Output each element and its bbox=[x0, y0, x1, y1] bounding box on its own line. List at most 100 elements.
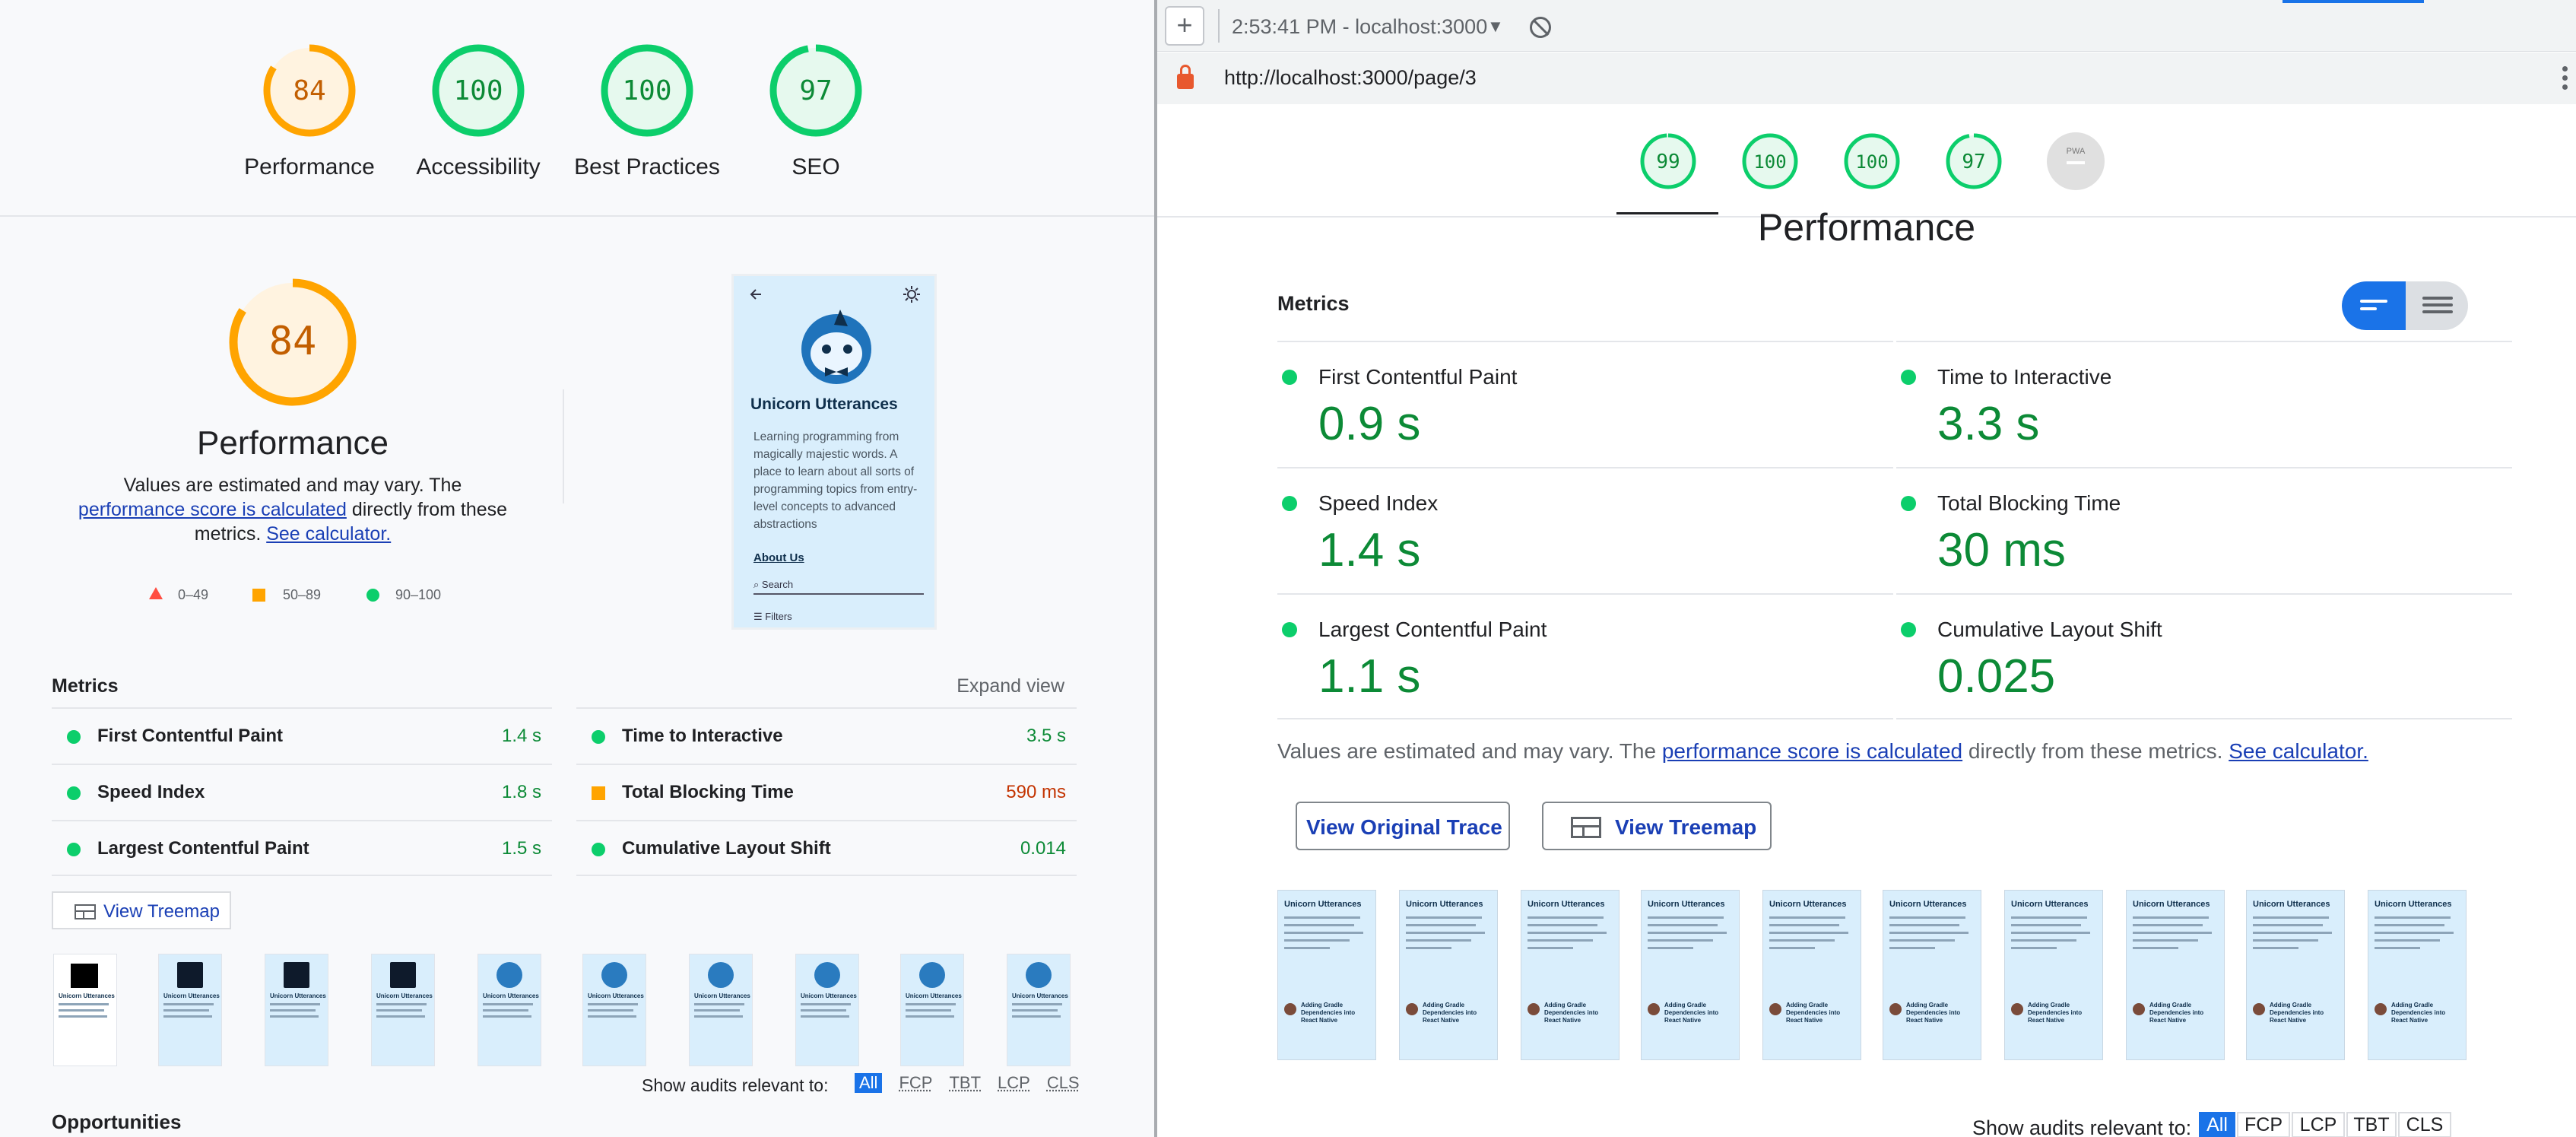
performance-description: Values are estimated and may vary. The p… bbox=[78, 475, 508, 545]
pass-indicator-icon bbox=[67, 730, 81, 744]
chip-lcp[interactable]: LCP bbox=[998, 1073, 1030, 1093]
audit-filter-chips: All FCP TBT LCP CLS bbox=[855, 1073, 1096, 1094]
svg-text:97: 97 bbox=[1962, 151, 1985, 173]
chip-fcp[interactable]: FCP bbox=[2237, 1112, 2290, 1137]
gauge-ring: 100 bbox=[432, 44, 525, 137]
summary-view-icon[interactable] bbox=[2342, 281, 2406, 330]
filmstrip-frame: Unicorn Utterances bbox=[158, 954, 222, 1066]
score-calculated-link[interactable]: performance score is calculated bbox=[78, 499, 347, 520]
view-treemap-button[interactable]: View Treemap bbox=[52, 891, 231, 929]
metric-speed-index: Speed Index 1.4 s bbox=[1277, 467, 1893, 593]
gauge-seo[interactable]: 97 SEO bbox=[721, 42, 911, 180]
gauge-label: SEO bbox=[792, 154, 840, 179]
about-us-link: About Us bbox=[753, 551, 804, 564]
expand-view-toggle[interactable]: Expand view bbox=[956, 675, 1064, 697]
active-tab-indicator bbox=[2283, 0, 2424, 3]
score-calculated-link[interactable]: performance score is calculated bbox=[1662, 739, 1962, 763]
filmstrip-frame: Unicorn Utterances Adding Gradle Dependen… bbox=[1641, 890, 1740, 1060]
metrics-view-toggle[interactable] bbox=[2342, 281, 2468, 330]
pass-indicator-icon bbox=[1901, 622, 1916, 637]
average-square-icon bbox=[252, 589, 265, 602]
legend-pass: 90–100 bbox=[395, 587, 442, 602]
chip-tbt[interactable]: TBT bbox=[2346, 1112, 2397, 1137]
gauge-performance[interactable]: 99 bbox=[1638, 131, 1699, 195]
chevron-down-icon[interactable]: ▼ bbox=[1487, 17, 1504, 37]
filmstrip-frame: Unicorn Utterances bbox=[477, 954, 541, 1066]
filmstrip-frame: Unicorn Utterances Adding Gradle Dependen… bbox=[2368, 890, 2467, 1060]
gauge-best-practices[interactable]: 100 Best Practices bbox=[552, 42, 742, 180]
see-calculator-link[interactable]: See calculator. bbox=[266, 523, 391, 545]
filmstrip-frame: Unicorn Utterances bbox=[582, 954, 646, 1066]
performance-summary: 84 Performance Values are estimated and … bbox=[68, 274, 517, 546]
filmstrip-frame: Unicorn Utterances Adding Gradle Dependen… bbox=[1883, 890, 1981, 1060]
gauge-accessibility[interactable]: 100 bbox=[1740, 131, 1800, 195]
pass-indicator-icon bbox=[1282, 496, 1297, 511]
report-url[interactable]: http://localhost:3000/page/3 bbox=[1224, 66, 1477, 90]
svg-text:100: 100 bbox=[1753, 151, 1786, 173]
filmstrip: Unicorn Utterances Unicorn Utterances Un… bbox=[53, 954, 1087, 1068]
view-original-trace-button[interactable]: View Original Trace bbox=[1296, 802, 1510, 850]
pass-indicator-icon bbox=[1282, 370, 1297, 385]
category-gauges: 99 100 100 97 PWA bbox=[1157, 105, 2576, 218]
treemap-icon bbox=[75, 904, 96, 919]
pass-indicator-icon bbox=[592, 843, 605, 856]
gauge-ring: 100 bbox=[1844, 133, 1900, 189]
chip-all[interactable]: All bbox=[855, 1073, 883, 1093]
gauge-ring: 100 bbox=[1742, 133, 1798, 189]
divider bbox=[563, 389, 564, 503]
filmstrip-frame: Unicorn Utterances Adding Gradle Dependen… bbox=[2246, 890, 2345, 1060]
gauge-seo[interactable]: 97 bbox=[1943, 131, 2004, 195]
site-title: Unicorn Utterances bbox=[750, 395, 898, 413]
left-lighthouse-report: 84 Performance 100 Accessibility 100 Bes… bbox=[0, 0, 1154, 1137]
theme-sun-icon bbox=[903, 286, 920, 303]
report-toolbar: + 2:53:41 PM - localhost:3000 ▼ bbox=[1157, 0, 2576, 52]
filmstrip-frame: Unicorn Utterances bbox=[900, 954, 964, 1066]
view-treemap-button[interactable]: View Treemap bbox=[1542, 802, 1772, 850]
legend-fail: 0–49 bbox=[178, 587, 209, 602]
gauge-label: Best Practices bbox=[574, 154, 720, 179]
clear-block-icon[interactable] bbox=[1530, 17, 1551, 38]
filters-row: ☰ Filters bbox=[753, 611, 792, 622]
chip-fcp[interactable]: FCP bbox=[899, 1073, 932, 1093]
pass-indicator-icon bbox=[592, 730, 605, 744]
svg-text:100: 100 bbox=[453, 75, 503, 106]
pass-indicator-icon bbox=[1901, 496, 1916, 511]
show-audits-label: Show audits relevant to: bbox=[642, 1075, 829, 1095]
metric-speed-index: Speed Index 1.8 s bbox=[52, 764, 552, 820]
gauge-label: Performance bbox=[244, 154, 375, 179]
gauge-best-practices[interactable]: 100 bbox=[1842, 131, 1902, 195]
metric-tbt: Total Blocking Time 30 ms bbox=[1896, 467, 2512, 593]
pwa-badge-icon: PWA bbox=[2047, 132, 2105, 190]
back-arrow-icon bbox=[750, 289, 761, 300]
svg-text:84: 84 bbox=[293, 75, 325, 106]
url-bar: http://localhost:3000/page/3 bbox=[1157, 52, 2576, 104]
filmstrip-frame: Unicorn Utterances Adding Gradle Dependen… bbox=[1277, 890, 1376, 1060]
metrics-description: Values are estimated and may vary. The p… bbox=[1277, 739, 2368, 763]
gauge-pwa[interactable]: PWA bbox=[2045, 131, 2106, 195]
gauge-performance[interactable]: 84 Performance bbox=[214, 42, 404, 180]
metrics-heading: Metrics bbox=[1277, 292, 1350, 315]
final-screenshot: Unicorn Utterances Learning programming … bbox=[731, 274, 937, 630]
metric-fcp: First Contentful Paint 0.9 s bbox=[1277, 341, 1893, 467]
chip-all[interactable]: All bbox=[2199, 1112, 2235, 1137]
gauge-ring: 97 bbox=[769, 44, 862, 137]
new-report-button[interactable]: + bbox=[1165, 6, 1204, 46]
chip-tbt[interactable]: TBT bbox=[949, 1073, 981, 1093]
svg-text:84: 84 bbox=[269, 319, 317, 364]
gauge-accessibility[interactable]: 100 Accessibility bbox=[383, 42, 573, 180]
filmstrip-frame: Unicorn Utterances Adding Gradle Dependen… bbox=[1399, 890, 1498, 1060]
pass-indicator-icon bbox=[67, 843, 81, 856]
svg-text:99: 99 bbox=[1656, 151, 1680, 173]
gauge-label: Accessibility bbox=[416, 154, 541, 179]
pass-indicator-icon bbox=[67, 786, 81, 800]
chip-cls[interactable]: CLS bbox=[2398, 1112, 2451, 1137]
report-selector[interactable]: 2:53:41 PM - localhost:3000 bbox=[1232, 15, 1487, 39]
filmstrip-frame: Unicorn Utterances bbox=[53, 954, 117, 1066]
chip-lcp[interactable]: LCP bbox=[2292, 1112, 2345, 1137]
metric-tti: Time to Interactive 3.3 s bbox=[1896, 341, 2512, 467]
chip-cls[interactable]: CLS bbox=[1047, 1073, 1080, 1093]
more-options-icon[interactable] bbox=[2562, 66, 2568, 94]
see-calculator-link[interactable]: See calculator. bbox=[2229, 739, 2368, 763]
pass-circle-icon bbox=[366, 589, 379, 602]
performance-title: Performance bbox=[197, 424, 389, 462]
